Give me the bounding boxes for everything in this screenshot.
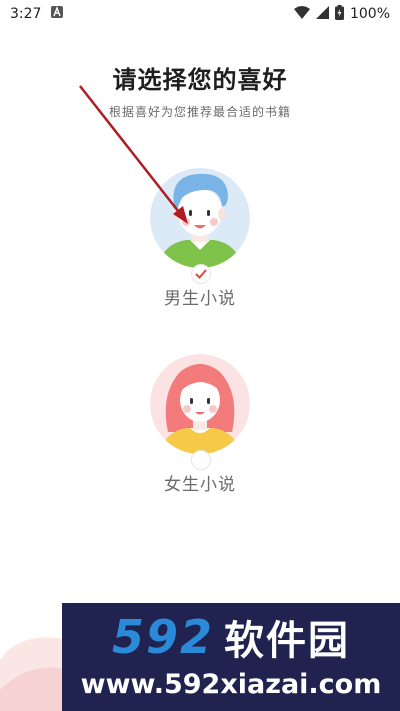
male-avatar [150,168,250,268]
page-subtitle: 根据喜好为您推荐最合适的书籍 [108,105,291,119]
watermark-name: 软件园 [224,618,351,664]
wifi-icon [293,5,310,23]
watermark-banner: 592 软件园 www.592xiazai.com [62,603,400,711]
unselected-circle-icon[interactable] [191,450,211,470]
preference-option-female[interactable]: 女生小说 [150,354,250,495]
watermark-number: 592 [111,610,215,664]
battery-icon [334,4,344,24]
battery-percent: 100% [349,6,390,22]
preference-label-male: 男生小说 [164,289,236,309]
preference-option-male[interactable]: 男生小说 [150,168,250,309]
decorative-background [0,637,70,711]
status-bar: 3:27 100% [0,0,400,28]
signal-icon [315,5,329,23]
preference-label-female: 女生小说 [164,475,236,495]
page-title: 请选择您的喜好 [112,66,288,94]
a-notification-icon [51,6,64,22]
selected-check-icon[interactable] [191,264,211,284]
watermark-url: www.592xiazai.com [80,669,382,700]
status-time: 3:27 [10,6,42,22]
female-avatar [150,354,250,454]
